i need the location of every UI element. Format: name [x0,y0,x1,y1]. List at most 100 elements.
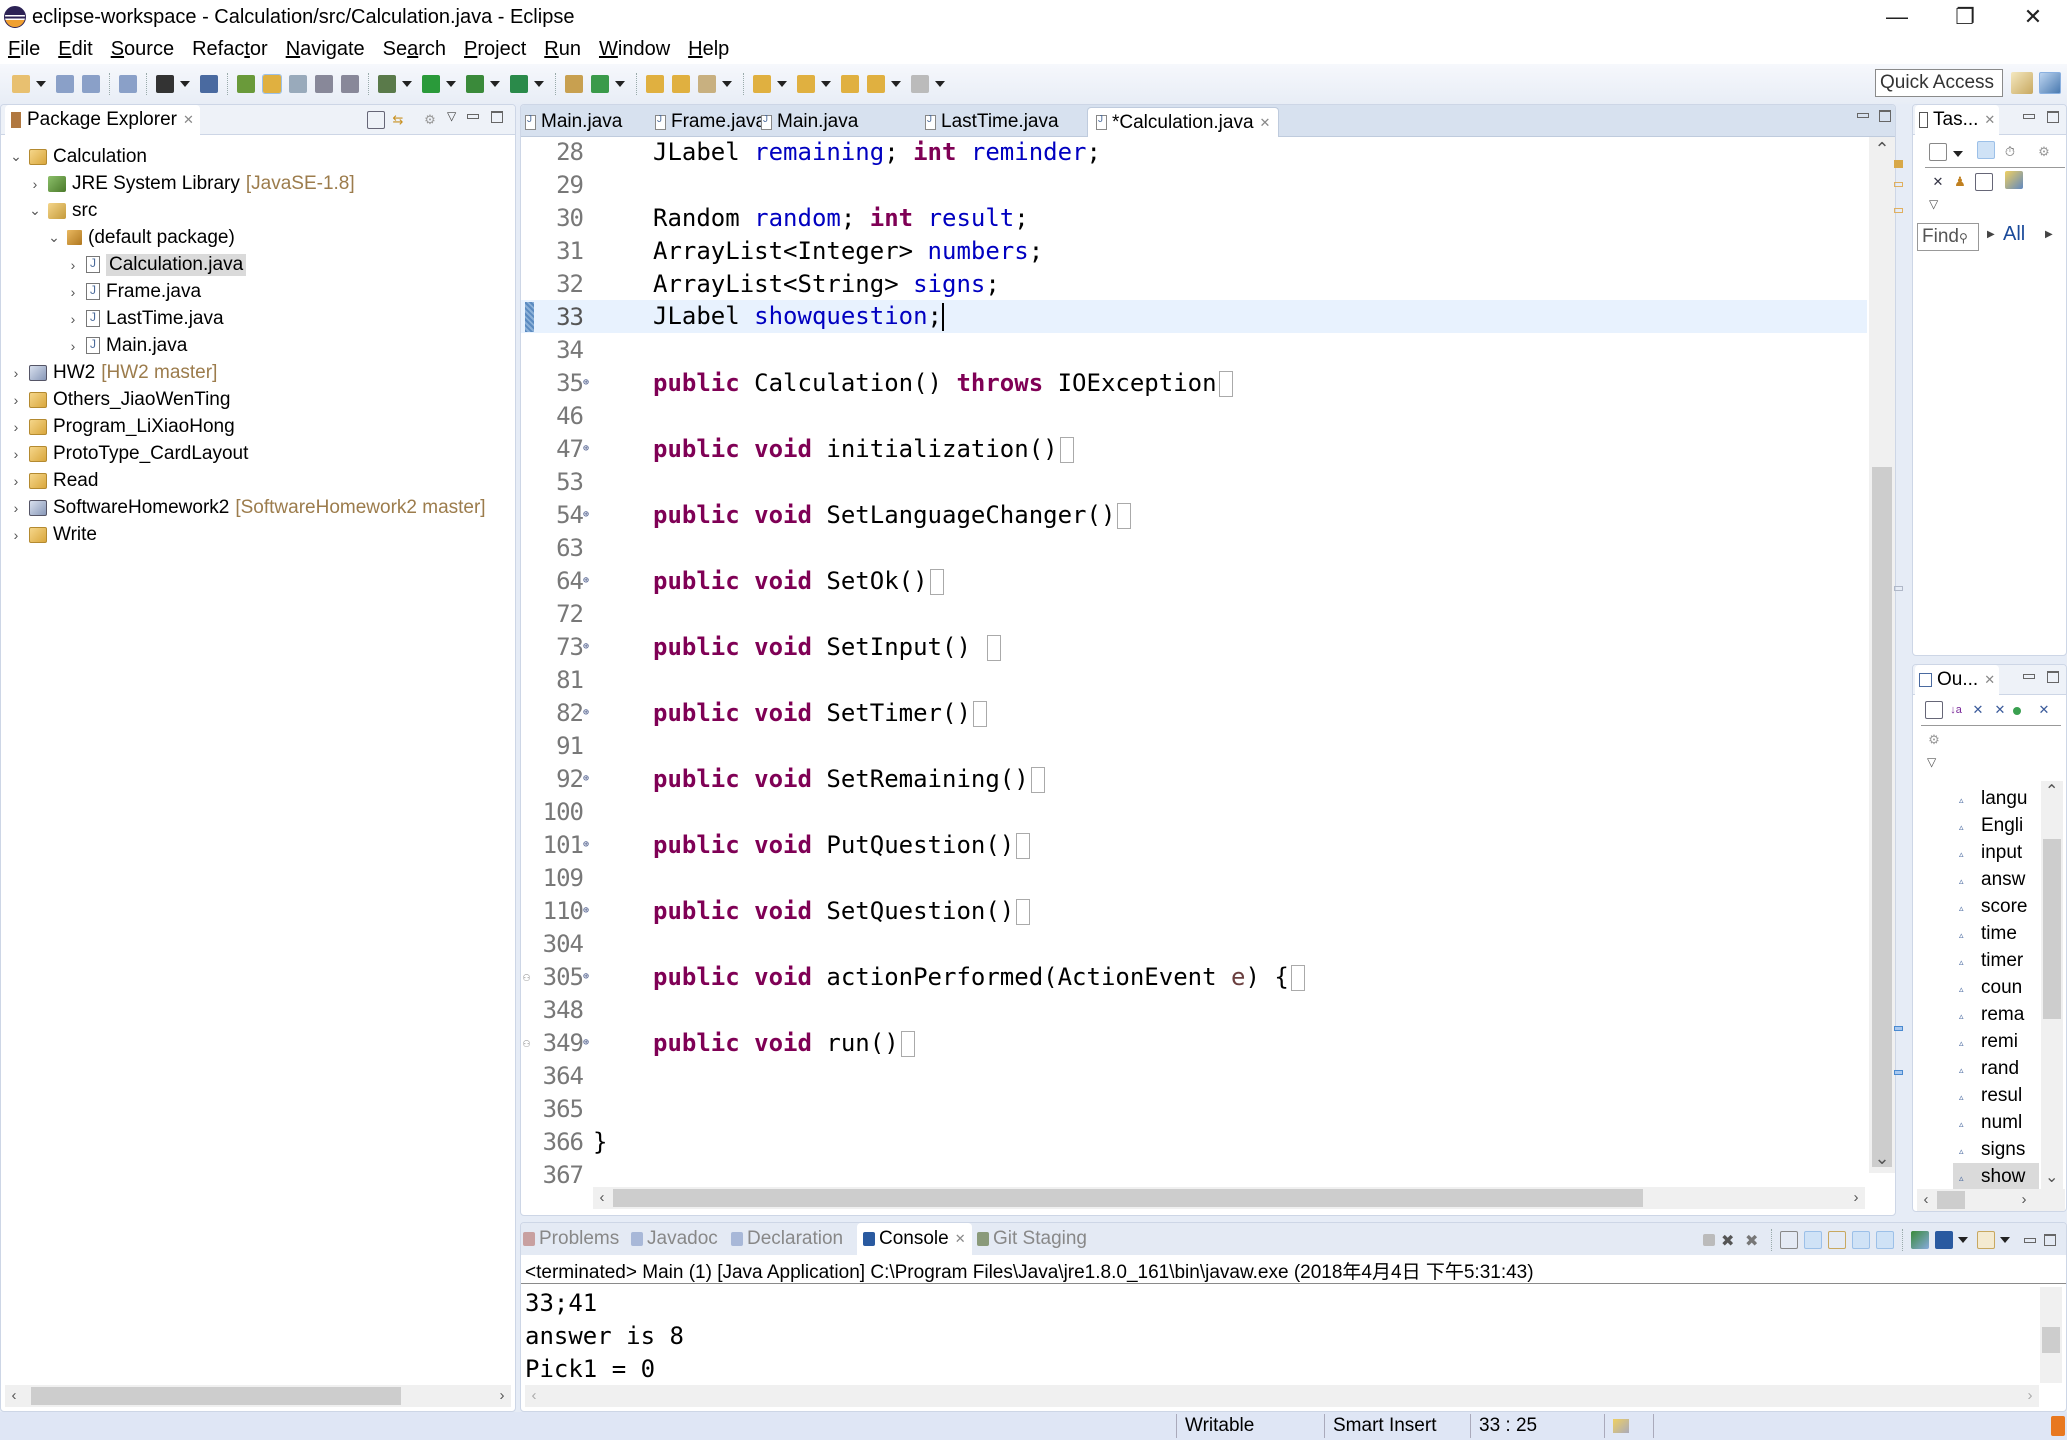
menu-window[interactable]: Window [597,38,672,61]
folded-code-marker[interactable] [987,634,1002,661]
tree-item[interactable]: › ProtoType_CardLayout [9,440,249,467]
outline-item[interactable]: ▵ Engli [1953,812,2039,839]
tree-item[interactable]: › Read [9,467,99,494]
menu-run[interactable]: Run [542,38,583,61]
chevron-right-icon[interactable]: › [9,392,23,408]
minimize-button[interactable]: — [1863,0,1931,34]
scroll-up-icon[interactable]: ⌃ [1869,139,1895,160]
editor-tab[interactable]: Main.java [761,107,858,137]
console-output[interactable]: 33;41 answer is 8 Pick1 = 0 [525,1287,684,1386]
code-line[interactable]: 53 [521,465,1867,498]
scrollbar-thumb[interactable] [613,1189,1643,1207]
code-line[interactable]: 47 ⊕ public void initialization() [521,432,1867,465]
outline-item[interactable]: ▵ rand [1953,1055,2039,1082]
fold-expand-icon[interactable]: ⊕ [583,1037,593,1048]
mark-occurrences-icon[interactable] [262,74,282,94]
scrollbar-thumb[interactable] [1937,1191,1965,1209]
code-line[interactable]: 46 [521,399,1867,432]
tree-item[interactable]: › LastTime.java [66,305,224,332]
editor-tab[interactable]: LastTime.java [925,107,1059,137]
folded-code-marker[interactable] [1016,832,1031,859]
outline-vertical-scrollbar[interactable]: ⌃ ⌄ [2041,781,2063,1191]
dropdown-icon[interactable] [821,81,831,87]
folded-code-marker[interactable] [1218,370,1233,397]
scroll-down-icon[interactable]: ⌄ [1869,1148,1895,1169]
code-line[interactable]: 72 [521,597,1867,630]
word-wrap-icon[interactable] [315,75,333,93]
scroll-left-icon[interactable]: ‹ [593,1187,611,1209]
console-vertical-scrollbar[interactable] [2040,1287,2062,1383]
code-line[interactable]: 35 ⊕ public Calculation() throws IOExcepti… [521,366,1867,399]
tree-item[interactable]: ⌄ Calculation [9,143,147,170]
chevron-right-icon[interactable]: › [9,446,23,462]
console-horizontal-scrollbar[interactable]: ‹ › [525,1385,2039,1407]
chevron-down-icon[interactable]: ⌄ [9,148,23,165]
coverage-icon[interactable] [466,75,484,93]
code-line[interactable]: 33 JLabel showquestion; [521,300,1867,333]
hide-other-icon[interactable]: ♟ [1951,173,1969,191]
maximize-view-icon[interactable] [2047,111,2059,123]
focus-icon[interactable]: ⚙ [1925,731,1943,749]
code-line[interactable]: 32 ArrayList<String> signs; [521,267,1867,300]
dropdown-icon[interactable] [1958,1237,1968,1243]
chevron-right-icon[interactable]: › [9,500,23,516]
hide-nonpublic-icon[interactable] [2013,707,2021,715]
maximize-view-icon[interactable] [491,111,503,123]
outline-horizontal-scrollbar[interactable]: ‹ › [1917,1189,2065,1211]
open-perspective-icon[interactable] [2011,72,2033,94]
word-wrap-icon[interactable] [1828,1231,1846,1249]
clear-console-icon[interactable] [1780,1231,1798,1249]
profile-icon[interactable] [156,75,174,93]
menu-source[interactable]: Source [109,38,176,61]
filter-all-link[interactable]: All [2003,223,2025,246]
open-type-icon[interactable] [237,75,255,93]
view-menu-icon[interactable]: ▽ [1929,197,1938,211]
chevron-down-icon[interactable]: ⌄ [28,202,42,219]
overview-override-marker[interactable] [1894,1070,1903,1075]
tree-item[interactable]: › Others_JiaoWenTing [9,386,231,413]
outline-item[interactable]: ▵ langu [1953,785,2039,812]
code-line[interactable]: 34 [521,333,1867,366]
code-line[interactable]: 28 JLabel remaining; int reminder; [521,135,1867,168]
minimize-view-icon[interactable] [2023,114,2035,119]
back-icon[interactable] [867,75,885,93]
code-line[interactable]: 109 [521,861,1867,894]
filter-icon[interactable]: ⚙ [421,111,439,129]
outline-item[interactable]: ▵ rema [1953,1001,2039,1028]
dropdown-icon[interactable] [36,81,46,87]
overview-task-marker[interactable] [1894,208,1903,213]
scroll-right-icon[interactable]: › [1847,1187,1865,1209]
scrollbar-thumb[interactable] [1872,467,1892,1167]
external-tools-icon[interactable] [510,75,528,93]
code-line[interactable]: 348 [521,993,1867,1026]
code-line[interactable]: 64 ⊕ public void SetOk() [521,564,1867,597]
skip-breakpoints-icon[interactable] [200,75,218,93]
close-icon[interactable]: ✕ [955,1231,966,1247]
scrollbar-thumb[interactable] [2042,1327,2060,1353]
minimize-editor-icon[interactable] [1857,113,1869,118]
menu-edit[interactable]: Edit [56,38,94,61]
scrollbar-thumb[interactable] [31,1387,401,1405]
scroll-lock-icon[interactable] [1804,1231,1822,1249]
code-editor[interactable]: 28 JLabel remaining; int reminder; 29 30 Ran… [521,135,1867,1189]
code-line[interactable]: 365 [521,1092,1867,1125]
scroll-right-icon[interactable]: › [2021,1385,2039,1407]
outline-item[interactable]: ▵ time [1953,920,2039,947]
code-line[interactable]: 63 [521,531,1867,564]
chevron-right-icon[interactable]: › [28,176,42,192]
fold-expand-icon[interactable]: ⊕ [583,443,593,454]
show-on-error-icon[interactable] [1876,1231,1894,1249]
minimize-view-icon[interactable] [467,114,479,119]
chevron-down-icon[interactable]: ⌄ [47,229,61,246]
categorized-icon[interactable] [1977,141,1995,159]
previous-annotation-icon[interactable] [797,75,815,93]
code-line[interactable]: ⚇ 305 ⊕ public void actionPerformed(ActionE… [521,960,1867,993]
scrollbar-thumb[interactable] [2043,839,2061,1019]
editor-vertical-scrollbar[interactable]: ⌃ ⌄ [1869,137,1895,1173]
outline-item[interactable]: ▵ score [1953,893,2039,920]
code-line[interactable]: 304 [521,927,1867,960]
scroll-right-icon[interactable]: › [2015,1189,2033,1211]
tree-item[interactable]: › Main.java [66,332,188,359]
link-with-editor-icon[interactable]: ⇆ [389,111,407,129]
fold-expand-icon[interactable]: ⊕ [583,839,593,850]
